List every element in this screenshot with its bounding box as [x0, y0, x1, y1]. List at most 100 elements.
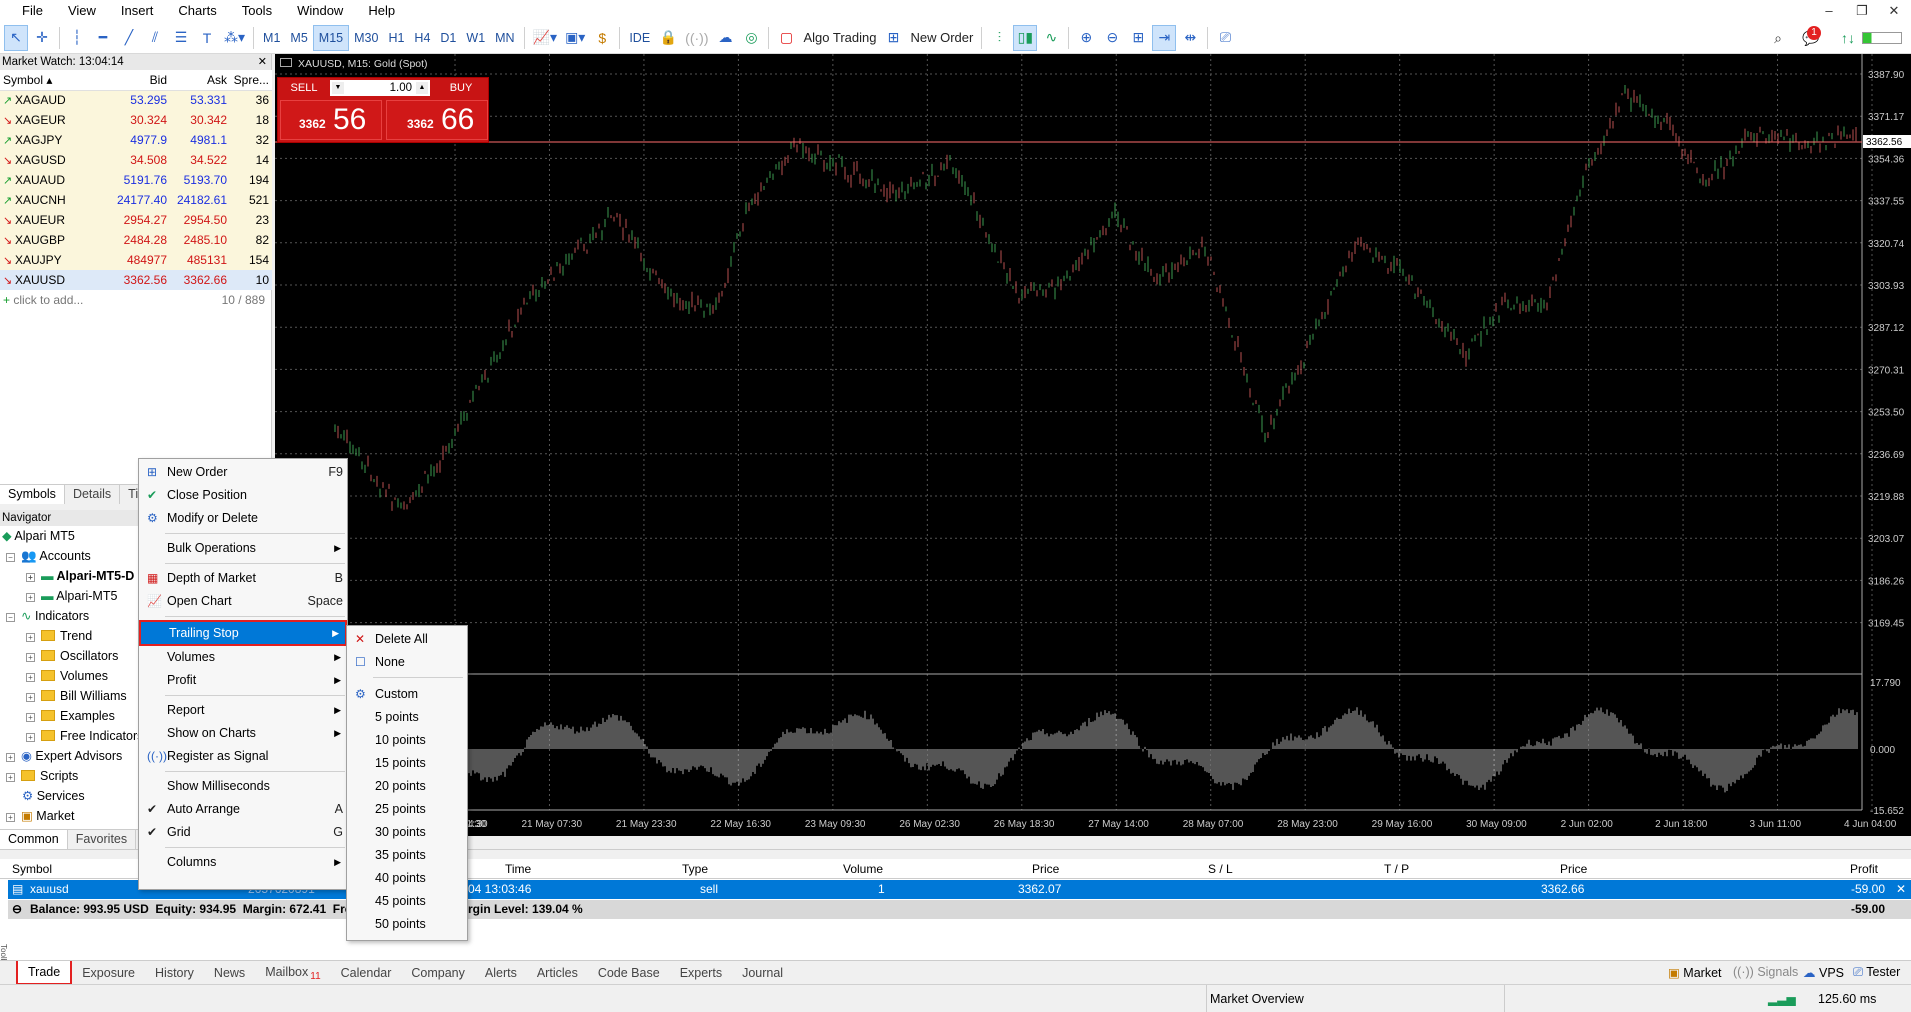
- network-icon[interactable]: ◎: [739, 25, 763, 51]
- nav-scripts[interactable]: + Scripts: [6, 766, 78, 786]
- column-time[interactable]: Time: [505, 862, 531, 876]
- timeframe-h4[interactable]: H4: [409, 25, 435, 51]
- price-chart[interactable]: 3387.90 3371.17 3354.36 3337.55 3320.74 3303.…: [275, 54, 1911, 836]
- screenshot-icon[interactable]: ⎚: [1213, 25, 1237, 51]
- menu-window[interactable]: Window: [285, 0, 356, 22]
- lock-icon[interactable]: 🔒: [656, 25, 680, 51]
- tab-details[interactable]: Details: [65, 485, 121, 504]
- restore-icon[interactable]: ❐: [1848, 0, 1876, 22]
- tab-history[interactable]: History: [145, 962, 204, 984]
- timeframe-m30[interactable]: M30: [349, 25, 383, 51]
- chart-menu-icon[interactable]: [280, 58, 292, 67]
- menu-trailing-stop[interactable]: Trailing Stop ▶: [139, 620, 347, 646]
- tab-company[interactable]: Company: [401, 962, 475, 984]
- zoom-out-icon[interactable]: ⊖: [1100, 25, 1124, 51]
- volume-decrease-icon[interactable]: ▼: [332, 82, 344, 94]
- column-tp[interactable]: T / P: [1384, 862, 1409, 876]
- menu-register-as-signal[interactable]: ((·)) Register as Signal: [139, 745, 347, 768]
- shapes-icon[interactable]: ⁂▾: [221, 25, 248, 51]
- nav-indicators[interactable]: − ∿ Indicators: [6, 606, 89, 626]
- text-icon[interactable]: T: [195, 25, 219, 51]
- nav-folder-oscillators[interactable]: + Oscillators: [26, 646, 118, 666]
- bar-chart-icon[interactable]: ⫶: [987, 25, 1011, 51]
- submenu-20-points[interactable]: 20 points: [347, 775, 467, 798]
- submenu-50-points[interactable]: 50 points: [347, 913, 467, 936]
- minimize-icon[interactable]: –: [1815, 0, 1843, 22]
- autoscroll-icon[interactable]: ⇥: [1152, 24, 1177, 51]
- market-button[interactable]: ▣ Market: [1668, 965, 1722, 980]
- nav-expert-advisors[interactable]: + ◉ Expert Advisors: [6, 746, 122, 766]
- tab-calendar[interactable]: Calendar: [331, 962, 402, 984]
- dollar-icon[interactable]: $: [590, 25, 614, 51]
- nav-root[interactable]: ◆ Alpari MT5: [2, 526, 75, 546]
- trendline-icon[interactable]: ╱: [117, 25, 141, 51]
- close-position-icon[interactable]: ✕: [1896, 882, 1906, 896]
- submenu-15-points[interactable]: 15 points: [347, 752, 467, 775]
- menu-new-order[interactable]: ⊞ New Order F9: [139, 461, 347, 484]
- tab-common[interactable]: Common: [0, 830, 68, 849]
- templates-icon[interactable]: ▣▾: [562, 25, 588, 51]
- timeframe-h1[interactable]: H1: [383, 25, 409, 51]
- column-volume[interactable]: Volume: [843, 862, 883, 876]
- nav-folder-bill-williams[interactable]: + Bill Williams: [26, 686, 127, 706]
- submenu-35-points[interactable]: 35 points: [347, 844, 467, 867]
- menu-bulk-operations[interactable]: Bulk Operations ▶: [139, 537, 347, 560]
- signal-icon[interactable]: ((·)): [682, 25, 711, 51]
- menu-auto-arrange[interactable]: ✔ Auto Arrange A: [139, 798, 347, 821]
- menu-show-milliseconds[interactable]: Show Milliseconds: [139, 775, 347, 798]
- tab-code-base[interactable]: Code Base: [588, 962, 670, 984]
- expand-icon[interactable]: +: [26, 573, 35, 582]
- channel-icon[interactable]: ⫽: [143, 25, 167, 51]
- menu-profit[interactable]: Profit ▶: [139, 669, 347, 692]
- tab-mailbox[interactable]: Mailbox 11: [255, 961, 330, 985]
- menu-report[interactable]: Report ▶: [139, 699, 347, 722]
- market-watch-row[interactable]: ↘ XAGUSD 34.508 34.522 14: [0, 150, 272, 170]
- zoom-in-icon[interactable]: ⊕: [1074, 25, 1098, 51]
- submenu-custom[interactable]: ⚙ Custom: [347, 683, 467, 706]
- crosshair-icon[interactable]: ✛: [30, 25, 54, 51]
- vertical-line-icon[interactable]: ┆: [65, 25, 89, 51]
- collapse-icon[interactable]: −: [6, 553, 15, 562]
- nav-market[interactable]: + ▣ Market: [6, 806, 75, 826]
- submenu-30-points[interactable]: 30 points: [347, 821, 467, 844]
- chart-window[interactable]: 3387.90 3371.17 3354.36 3337.55 3320.74 3303.…: [275, 54, 1911, 836]
- close-icon[interactable]: ✕: [258, 54, 267, 70]
- submenu-40-points[interactable]: 40 points: [347, 867, 467, 890]
- column-bid[interactable]: Bid: [110, 70, 170, 91]
- algo-trading-icon[interactable]: ▢: [774, 25, 798, 51]
- menu-view[interactable]: View: [56, 0, 109, 22]
- column-symbol[interactable]: Symbol ▴: [0, 70, 110, 91]
- column-type[interactable]: Type: [682, 862, 708, 876]
- column-symbol[interactable]: Symbol: [12, 862, 52, 876]
- collapse-icon[interactable]: −: [6, 613, 15, 622]
- column-price[interactable]: Price: [1032, 862, 1059, 876]
- column-ask[interactable]: Ask: [170, 70, 230, 91]
- nav-account-demo[interactable]: + ▬ Alpari-MT5-D: [26, 566, 134, 586]
- nav-account-live[interactable]: + ▬ Alpari-MT5: [26, 586, 117, 606]
- menu-charts[interactable]: Charts: [166, 0, 229, 22]
- submenu-5-points[interactable]: 5 points: [347, 706, 467, 729]
- timeframe-m5[interactable]: M5: [285, 25, 312, 51]
- menu-close-position[interactable]: ✔ Close Position: [139, 484, 347, 507]
- nav-services[interactable]: ⚙ Services: [22, 786, 85, 806]
- submenu-10-points[interactable]: 10 points: [347, 729, 467, 752]
- column-profit[interactable]: Profit: [1850, 862, 1878, 876]
- close-icon[interactable]: ✕: [1880, 0, 1908, 22]
- market-watch-row[interactable]: ↘ XAUUSD 3362.56 3362.66 10: [0, 270, 272, 290]
- collapse-icon[interactable]: ⊖: [12, 902, 22, 916]
- submenu-delete-all[interactable]: ✕ Delete All: [347, 628, 467, 651]
- tab-symbols[interactable]: Symbols: [0, 485, 65, 504]
- candlestick-icon[interactable]: ▯▮: [1013, 24, 1038, 51]
- column-current-price[interactable]: Price: [1560, 862, 1587, 876]
- menu-open-chart[interactable]: 📈 Open Chart Space: [139, 590, 347, 613]
- tab-articles[interactable]: Articles: [527, 962, 588, 984]
- menu-file[interactable]: File: [10, 0, 56, 22]
- search-icon[interactable]: ⌕: [1766, 25, 1790, 51]
- tab-experts[interactable]: Experts: [670, 962, 732, 984]
- tile-windows-icon[interactable]: ⊞: [1126, 25, 1150, 51]
- new-order-button[interactable]: New Order: [906, 30, 977, 45]
- new-order-icon[interactable]: ⊞: [881, 25, 905, 51]
- tab-alerts[interactable]: Alerts: [475, 962, 527, 984]
- column-spread[interactable]: Spre...: [230, 70, 272, 91]
- submenu-45-points[interactable]: 45 points: [347, 890, 467, 913]
